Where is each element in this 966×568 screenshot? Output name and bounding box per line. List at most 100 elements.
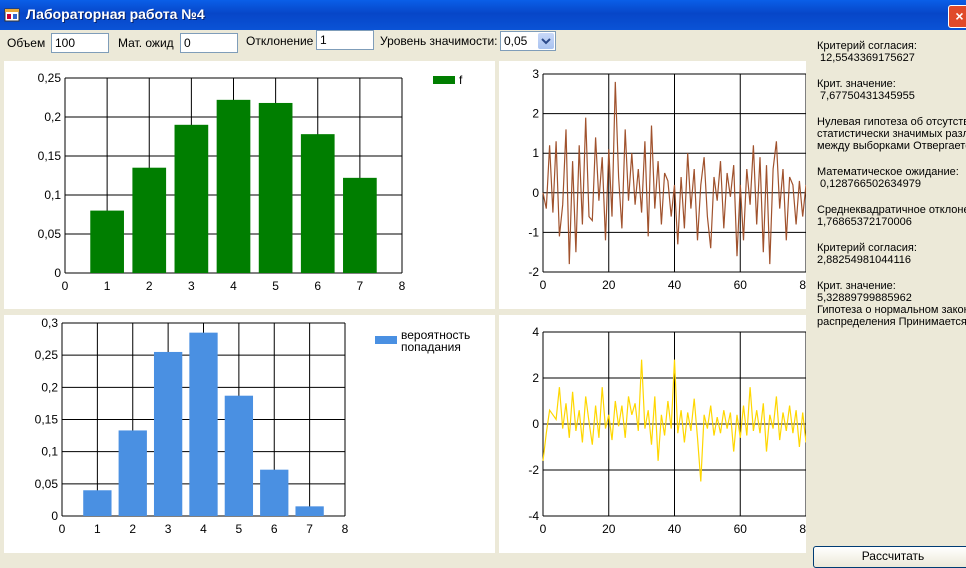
chart-frequency-panel: 0 1 2 3 4 5 6 7 8 0 0,05 0,1 0,15 0,2 0,25 f	[4, 61, 495, 309]
legend-swatch	[433, 76, 455, 84]
y-tick-label: 0	[54, 266, 61, 280]
null-hypothesis-line-1: Нулевая гипотеза об отсутствии	[817, 116, 966, 128]
x-tick-label: 3	[188, 279, 195, 293]
significance-label: Уровень значимости:	[380, 34, 498, 48]
results-panel: Критерий согласия: 12,5543369175627 Крит…	[817, 40, 966, 328]
bar	[260, 469, 289, 516]
x-tick-label: 4	[230, 279, 237, 293]
y-tick-label: 4	[532, 325, 539, 339]
bar	[224, 395, 254, 516]
y-tick-label: 2	[532, 371, 539, 385]
crit-value-value: 7,67750431345955	[820, 90, 915, 102]
y-tick-label: -2	[528, 463, 539, 477]
bar	[258, 102, 293, 274]
bar	[90, 210, 124, 273]
x-tick-label: 40	[668, 522, 682, 536]
math-expect-value: 0,128766502634979	[820, 178, 921, 190]
x-tick-label: 0	[540, 278, 547, 292]
bar	[83, 490, 112, 516]
y-tick-label: 0,2	[44, 110, 61, 124]
y-tick-label: 0,1	[44, 188, 61, 202]
mean-label: Мат. ожид	[118, 36, 174, 50]
std-dev-label: Среднеквадратичное отклонение:	[817, 204, 966, 216]
crit-agreement2-label: Критерий согласия:	[817, 242, 917, 254]
null-hypothesis-line-2: статистически значимых различий	[817, 128, 966, 140]
crit-value2-value: 5,32889799885962	[817, 292, 912, 304]
x-tick-label: 5	[236, 522, 243, 536]
hypothesis2-line-2: распределения Принимается	[817, 316, 966, 328]
x-tick-label: 6	[314, 279, 321, 293]
y-tick-label: 1	[532, 146, 539, 160]
y-tick-label: 0,25	[35, 348, 59, 362]
y-tick-label: 0,3	[41, 316, 58, 330]
bar	[118, 430, 147, 516]
y-tick-label: 3	[532, 67, 539, 81]
x-tick-label: 8	[342, 522, 349, 536]
bar	[132, 167, 167, 273]
chart-noise-panel: 0 20 40 60 80 -4 -2 0 2 4	[499, 315, 813, 553]
y-tick-label: 0,15	[35, 413, 59, 427]
std-dev-value: 1,76865372170006	[817, 216, 912, 228]
y-tick-label: 0,05	[35, 477, 59, 491]
null-hypothesis-line-3: между выборками Отвергается	[817, 140, 966, 152]
mean-input[interactable]	[180, 33, 238, 53]
x-tick-label: 0	[540, 522, 547, 536]
x-tick-label: 0	[59, 522, 66, 536]
significance-select[interactable]: 0,05	[500, 31, 556, 51]
crit-agreement-value: 12,5543369175627	[820, 52, 915, 64]
hypothesis2-line-1: Гипотеза о нормальном законе	[817, 304, 966, 316]
x-tick-label: 2	[146, 279, 153, 293]
y-tick-label: 0,05	[38, 227, 62, 241]
bar	[295, 506, 324, 516]
y-tick-label: -2	[528, 265, 539, 279]
title-bar: Лабораторная работа №4 ×	[0, 0, 966, 30]
math-expect-label: Математическое ожидание:	[817, 166, 959, 178]
chart-noise: 0 20 40 60 80 -4 -2 0 2 4	[528, 325, 813, 536]
x-tick-label: 1	[104, 279, 111, 293]
bar	[174, 124, 209, 273]
x-tick-label: 7	[357, 279, 364, 293]
close-button[interactable]: ×	[948, 5, 966, 28]
chart-signal: 0 20 40 60 80 -2 -1 0 1 2 3	[528, 67, 813, 292]
app-icon	[4, 8, 20, 22]
crit-value-label: Крит. значение:	[817, 78, 896, 90]
chart-signal-panel: 0 20 40 60 80 -2 -1 0 1 2 3	[499, 61, 813, 309]
calculate-button[interactable]: Рассчитать	[813, 546, 966, 568]
y-tick-label: 0,25	[38, 71, 62, 85]
bar	[343, 177, 377, 273]
bar	[300, 134, 335, 273]
x-tick-label: 7	[306, 522, 313, 536]
y-tick-label: 0,2	[41, 380, 58, 394]
crit-agreement2-value: 2,88254981044116	[817, 254, 912, 266]
x-tick-label: 60	[734, 278, 748, 292]
deviation-input[interactable]	[316, 30, 374, 50]
chart-probability-panel: 0 1 2 3 4 5 6 7 8 0 0,05 0,1 0,15 0,2 0,25 0,3 вероятнос…	[4, 315, 495, 553]
crit-agreement-label: Критерий согласия:	[817, 40, 917, 52]
x-tick-label: 80	[799, 278, 806, 292]
x-tick-label: 0	[62, 279, 69, 293]
x-tick-label: 2	[129, 522, 136, 536]
volume-input[interactable]	[51, 33, 109, 53]
x-tick-label: 4	[200, 522, 207, 536]
x-tick-label: 60	[734, 522, 748, 536]
bar	[153, 351, 183, 516]
legend-swatch	[375, 336, 397, 344]
y-tick-label: 0	[532, 417, 539, 431]
x-tick-label: 80	[799, 522, 806, 536]
y-tick-label: 0,15	[38, 149, 62, 163]
x-tick-label: 20	[602, 522, 616, 536]
x-tick-label: 40	[668, 278, 682, 292]
x-tick-label: 20	[602, 278, 616, 292]
chart-probability: 0 1 2 3 4 5 6 7 800,050,10,150,20,250,3вероятнос…	[35, 316, 471, 536]
x-tick-label: 3	[165, 522, 172, 536]
y-tick-label: 2	[532, 107, 539, 121]
deviation-label: Отклонение	[246, 34, 314, 48]
volume-label: Объем	[7, 36, 46, 50]
y-tick-label: -4	[528, 509, 539, 523]
y-tick-label: 0,1	[41, 445, 58, 459]
chevron-down-icon[interactable]	[538, 33, 554, 49]
y-tick-label: 0	[532, 186, 539, 200]
bar	[216, 99, 251, 273]
crit-value2-label: Крит. значение:	[817, 280, 896, 292]
x-tick-label: 5	[272, 279, 279, 293]
